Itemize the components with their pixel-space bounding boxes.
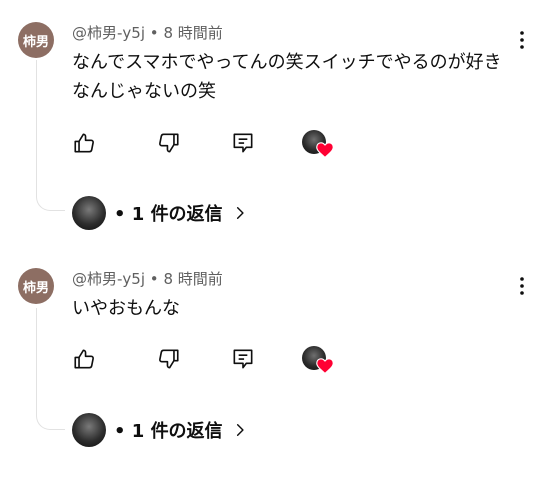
comment-author[interactable]: @柿男-y5j <box>72 270 145 288</box>
dislike-button[interactable] <box>155 346 181 372</box>
thread-line <box>36 308 65 430</box>
creator-heart-icon <box>316 358 334 374</box>
view-replies-button[interactable]: • 1 件の返信 <box>72 195 247 231</box>
comment-time[interactable]: 8 時間前 <box>163 270 222 288</box>
comment-meta: @柿男-y5j • 8 時間前 <box>72 268 223 289</box>
replies-count: • 1 件の返信 <box>114 421 223 442</box>
more-options-button[interactable] <box>510 274 534 298</box>
commenter-avatar[interactable]: 柿男 <box>18 268 54 304</box>
comment: 柿男 @柿男-y5j • 8 時間前 なんでスマホでやってんの笑スイッチでやるの… <box>0 0 560 240</box>
more-vert-icon <box>520 31 524 49</box>
meta-separator: • <box>149 24 159 42</box>
like-icon <box>74 349 94 369</box>
reply-avatar <box>72 413 106 447</box>
view-replies-button[interactable]: • 1 件の返信 <box>72 412 247 448</box>
more-vert-icon <box>520 277 524 295</box>
comment-text: なんでスマホでやってんの笑スイッチでやるのが好きなんじゃないの笑 <box>72 52 502 102</box>
reply-icon <box>233 133 253 153</box>
chevron-right-icon <box>236 424 244 436</box>
thread-line <box>36 60 65 211</box>
comment-time[interactable]: 8 時間前 <box>163 24 222 42</box>
reply-icon <box>233 349 253 369</box>
reply-button[interactable] <box>230 130 256 156</box>
chevron-right-icon <box>236 207 244 219</box>
commenter-avatar[interactable]: 柿男 <box>18 22 54 58</box>
dislike-icon <box>159 133 179 153</box>
more-options-button[interactable] <box>510 28 534 52</box>
comment: 柿男 @柿男-y5j • 8 時間前 いやおもんな • 1 件の返信 <box>0 248 560 480</box>
creator-heart <box>302 346 334 376</box>
like-button[interactable] <box>72 346 98 372</box>
like-button[interactable] <box>72 130 98 156</box>
avatar-label: 柿男 <box>22 280 49 296</box>
comment-text: いやおもんな <box>72 298 180 319</box>
comment-meta: @柿男-y5j • 8 時間前 <box>72 22 223 43</box>
reply-button[interactable] <box>230 346 256 372</box>
like-icon <box>74 133 94 153</box>
reply-avatar <box>72 196 106 230</box>
creator-heart-icon <box>316 142 334 158</box>
meta-separator: • <box>149 270 159 288</box>
replies-count: • 1 件の返信 <box>114 204 223 225</box>
dislike-button[interactable] <box>155 130 181 156</box>
creator-heart <box>302 130 334 160</box>
avatar-label: 柿男 <box>22 34 49 50</box>
comment-author[interactable]: @柿男-y5j <box>72 24 145 42</box>
dislike-icon <box>159 349 179 369</box>
